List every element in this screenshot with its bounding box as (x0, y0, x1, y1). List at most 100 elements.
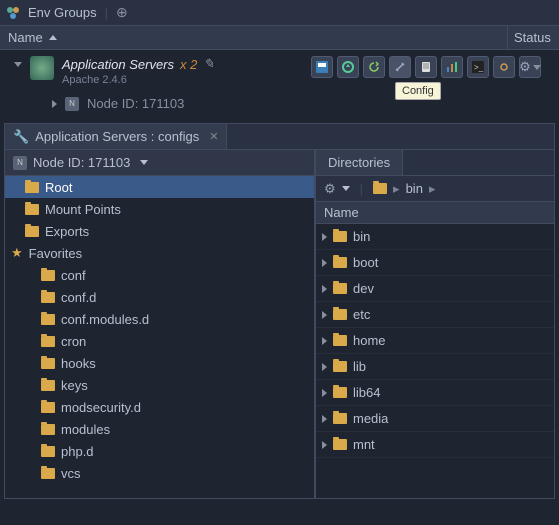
expand-icon[interactable] (322, 441, 327, 449)
expand-icon[interactable] (322, 233, 327, 241)
tab-directories[interactable]: Directories (316, 150, 403, 175)
folder-icon (333, 387, 347, 398)
name-col-label: Name (324, 205, 359, 220)
open-browser-button[interactable] (311, 56, 333, 78)
tree-label: conf.d (61, 290, 96, 305)
dir-label: home (353, 333, 386, 348)
divider: | (360, 181, 363, 196)
folder-icon (41, 446, 55, 457)
restart-button[interactable] (363, 56, 385, 78)
tree-root[interactable]: Root (5, 176, 314, 198)
addons-button[interactable] (493, 56, 515, 78)
folder-icon (41, 468, 55, 479)
tree-item[interactable]: modsecurity.d (5, 396, 314, 418)
tree-item[interactable]: conf.modules.d (5, 308, 314, 330)
folder-icon (25, 226, 39, 237)
tree-item[interactable]: modules (5, 418, 314, 440)
directory-row[interactable]: boot (316, 250, 554, 276)
expand-icon[interactable] (14, 62, 22, 67)
tree-item[interactable]: cron (5, 330, 314, 352)
expand-icon[interactable] (322, 311, 327, 319)
env-groups-label: Env Groups (28, 5, 97, 20)
chevron-right-icon: ▸ (393, 181, 400, 197)
statistics-button[interactable] (441, 56, 463, 78)
folder-icon (333, 361, 347, 372)
folder-icon[interactable] (373, 183, 387, 194)
tree-label: keys (61, 378, 88, 393)
node-selector[interactable]: N Node ID: 171103 (5, 150, 314, 176)
directory-row[interactable]: media (316, 406, 554, 432)
expand-icon[interactable] (322, 285, 327, 293)
tree-label: modsecurity.d (61, 400, 141, 415)
tree-item[interactable]: hooks (5, 352, 314, 374)
tree-item[interactable]: conf (5, 264, 314, 286)
tree-item[interactable]: vcs (5, 462, 314, 484)
log-button[interactable] (415, 56, 437, 78)
settings-menu-button[interactable]: ⚙ (324, 181, 350, 197)
folder-icon (333, 283, 347, 294)
expand-icon[interactable] (322, 337, 327, 345)
tree-label: php.d (61, 444, 94, 459)
tree-item[interactable]: conf.d (5, 286, 314, 308)
dir-label: bin (353, 229, 370, 244)
node-header-label: Node ID: 171103 (33, 155, 130, 170)
divider: | (105, 5, 108, 20)
directory-row[interactable]: lib (316, 354, 554, 380)
app-title: Application Servers (62, 57, 174, 72)
directory-row[interactable]: home (316, 328, 554, 354)
expand-icon[interactable] (322, 259, 327, 267)
svg-text:>_: >_ (474, 63, 484, 72)
directory-row[interactable]: bin (316, 224, 554, 250)
tree-label: cron (61, 334, 86, 349)
expand-icon[interactable] (322, 389, 327, 397)
folder-icon (41, 424, 55, 435)
config-button[interactable] (389, 56, 411, 78)
folder-icon (41, 358, 55, 369)
settings-button[interactable]: ⚙ (519, 56, 541, 78)
folder-icon (333, 309, 347, 320)
dir-label: boot (353, 255, 378, 270)
tooltip: Config (395, 82, 441, 100)
star-icon: ★ (11, 245, 23, 261)
directory-row[interactable]: dev (316, 276, 554, 302)
tree-item[interactable]: keys (5, 374, 314, 396)
expand-node-icon[interactable] (52, 100, 57, 108)
folder-icon (25, 204, 39, 215)
breadcrumb-item[interactable]: bin (406, 181, 423, 196)
add-env-group-button[interactable]: ⊕ (116, 4, 128, 21)
tree-exports[interactable]: Exports (5, 220, 314, 242)
tab-configs[interactable]: 🔧 Application Servers : configs ✕ (5, 124, 227, 149)
dir-label: lib (353, 359, 366, 374)
tree-item[interactable]: php.d (5, 440, 314, 462)
column-header-status[interactable]: Status (507, 26, 559, 49)
folder-icon (41, 380, 55, 391)
folder-icon (333, 413, 347, 424)
tree-label: Favorites (29, 246, 82, 261)
expand-icon[interactable] (322, 363, 327, 371)
tree-label: hooks (61, 356, 96, 371)
dir-label: media (353, 411, 388, 426)
directory-row[interactable]: etc (316, 302, 554, 328)
edit-icon[interactable]: ✎ (203, 56, 214, 72)
expand-icon[interactable] (322, 415, 327, 423)
folder-icon (41, 336, 55, 347)
ssh-button[interactable]: >_ (467, 56, 489, 78)
column-header-name[interactable]: Name (0, 30, 507, 45)
directory-row[interactable]: mnt (316, 432, 554, 458)
instance-count: x 2 (180, 57, 197, 72)
close-tab-icon[interactable]: ✕ (205, 130, 218, 143)
tree-label: Exports (45, 224, 89, 239)
directory-row[interactable]: lib64 (316, 380, 554, 406)
tree-label: conf.modules.d (61, 312, 149, 327)
tree-mount-points[interactable]: Mount Points (5, 198, 314, 220)
folder-icon (41, 270, 55, 281)
folder-icon (333, 231, 347, 242)
dir-label: dev (353, 281, 374, 296)
folder-icon (41, 402, 55, 413)
deploy-button[interactable] (337, 56, 359, 78)
dir-label: mnt (353, 437, 375, 452)
tree-favorites[interactable]: ★ Favorites (5, 242, 314, 264)
column-header-name[interactable]: Name (316, 202, 554, 224)
tab-label: Directories (328, 155, 390, 170)
node-icon: N (13, 156, 27, 170)
